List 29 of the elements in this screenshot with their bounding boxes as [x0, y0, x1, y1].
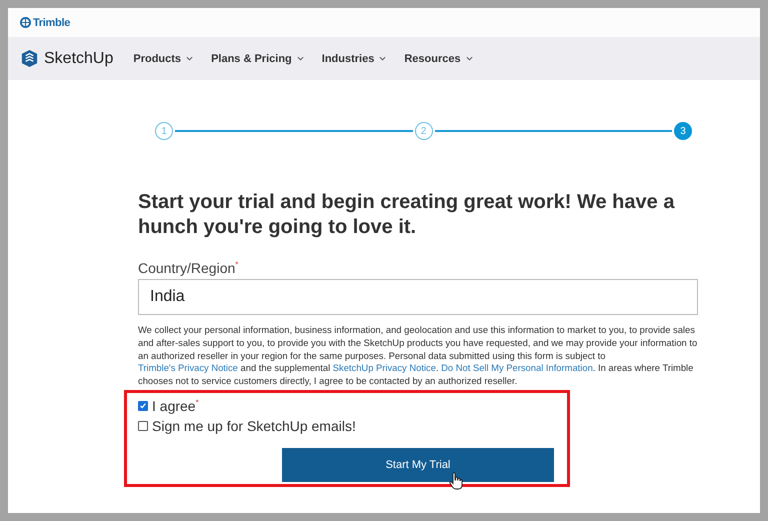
chevron-down-icon — [379, 56, 386, 61]
chevron-down-icon — [296, 56, 304, 61]
privacy-notice: We collect your personal information, business information, and geolocation and use this information to market to you, to provide sales and after-sales support to you, to provide you with the SketchUp products you have requested, and we may provide your information to an authorized reseller in your region for the same purposes. Personal data submitted using this form is subject to Trimble's Privacy Notice and the supplemental SketchUp Privacy Notice. Do Not Sell My Personal Information. In areas where Trimble chooses not to service customers directly, I agree to be contacted by an authorized reseller. — [138, 324, 698, 388]
checkbox[interactable] — [138, 420, 148, 431]
globe-icon — [20, 17, 31, 28]
field-label: Country/Region* — [138, 260, 240, 276]
page-heading: Start your trial and begin creating great work! We have a hunch you're going to love it. — [138, 190, 676, 240]
step-circle: 1 — [155, 122, 173, 140]
privacy-link[interactable]: SketchUp Privacy Notice — [332, 362, 436, 374]
checkbox-label: I agree* — [152, 398, 199, 414]
country-field[interactable]: India — [138, 279, 698, 315]
nav-menu-item[interactable]: Resources — [404, 52, 473, 64]
chevron-down-icon — [466, 56, 473, 61]
step-circle: 3 — [674, 122, 692, 140]
nav-menu-item[interactable]: Plans & Pricing — [211, 52, 304, 64]
hand-cursor-icon — [449, 472, 463, 490]
privacy-link[interactable]: Trimble's Privacy Notice — [138, 362, 238, 374]
brand-name: Trimble — [33, 16, 70, 28]
app-logo-text[interactable]: SketchUp — [44, 50, 114, 68]
checkbox-label: Sign me up for SketchUp emails! — [152, 418, 356, 434]
nav-menu-item[interactable]: Industries — [322, 52, 386, 64]
nav-menu-item[interactable]: Products — [133, 52, 194, 64]
privacy-link[interactable]: Do Not Sell My Personal Information — [441, 362, 593, 374]
brand-logo[interactable]: Trimble — [20, 16, 70, 28]
step-circle: 2 — [414, 122, 432, 140]
chevron-down-icon — [186, 56, 194, 61]
checkbox[interactable] — [138, 400, 148, 411]
start-trial-button[interactable]: Start My Trial — [282, 448, 554, 482]
cube-logo-icon[interactable] — [20, 49, 39, 68]
